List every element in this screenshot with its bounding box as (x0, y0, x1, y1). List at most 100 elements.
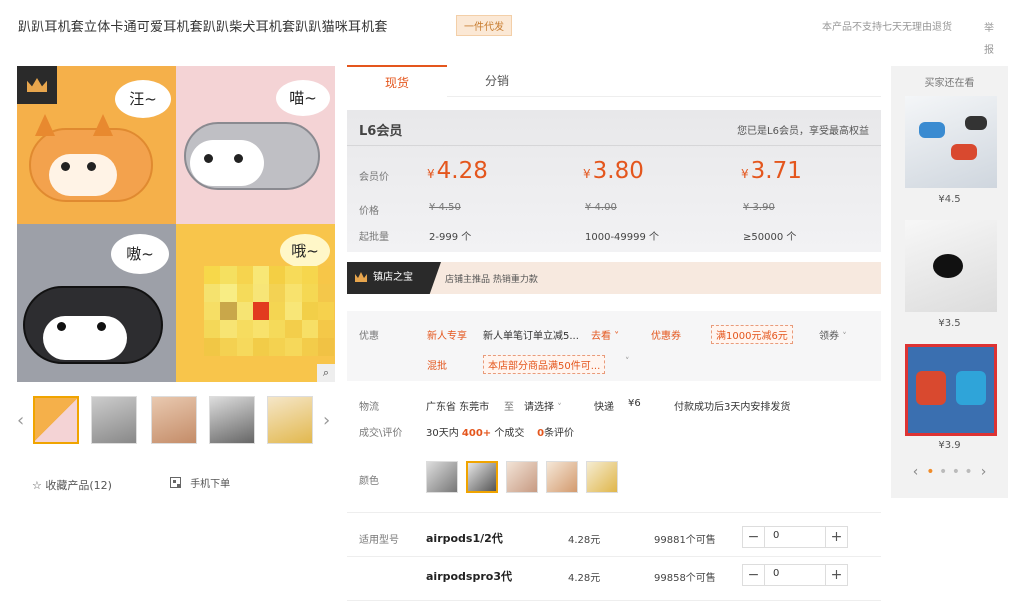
thumbnail[interactable] (209, 396, 255, 444)
thumbnail-strip: ‹ › (17, 396, 337, 448)
deals-summary: 30天内 400+ 个成交 0条评价 (426, 428, 575, 439)
newcomer-view-link[interactable]: 去看 ˅ (591, 327, 619, 342)
no-return-notice: 本产品不支持七天无理由退货 (822, 22, 952, 33)
main-product-image[interactable]: 汪~ 喵~ 嗷~ 哦~ ⌕ (17, 66, 335, 382)
member-price-tier-1: ¥4.28 (427, 158, 488, 184)
store-logo (17, 66, 57, 104)
color-swatch[interactable] (586, 461, 618, 493)
tab-spot[interactable]: 现货 (347, 65, 447, 97)
quantity-stepper: − 0 + (742, 526, 848, 548)
recommendation-title: 买家还在看 (924, 78, 975, 89)
original-price-tier-3: ¥ 3.90 (743, 202, 775, 213)
decrement-button[interactable]: − (743, 527, 765, 547)
carousel-next-arrow[interactable]: › (981, 464, 987, 480)
qty-range-tier-2: 1000-49999 个 (585, 232, 660, 243)
report-link[interactable]: 举报 (982, 18, 996, 62)
original-price-tier-2: ¥ 4.00 (585, 202, 617, 213)
store-treasure-banner[interactable]: 镇店之宝 店铺主推品 热销重力款 (347, 262, 881, 294)
model-price: 4.28元 (568, 573, 601, 584)
decrement-button[interactable]: − (743, 565, 765, 585)
member-price-tier-2: ¥3.80 (583, 158, 644, 184)
chevron-down-icon: ˅ (557, 403, 562, 413)
quantity-input[interactable]: 0 (773, 530, 779, 541)
qty-range-tier-1: 2-999 个 (429, 232, 472, 243)
member-price-panel: L6会员 您已是L6会员，享受最高权益 会员价 价格 起批量 ¥4.28 ¥3.… (347, 110, 881, 252)
recommendation-price: ¥3.5 (938, 318, 961, 329)
ship-to-word: 至 (504, 402, 514, 413)
thumbnail[interactable] (91, 396, 137, 444)
carousel-prev-arrow[interactable]: ‹ (913, 464, 919, 480)
increment-button[interactable]: + (825, 527, 847, 547)
color-swatch[interactable] (466, 461, 498, 493)
carousel-pager: ‹ • • • • › (912, 464, 987, 480)
zoom-icon[interactable]: ⌕ (317, 364, 335, 382)
ship-note: 付款成功后3天内安排发货 (674, 402, 791, 413)
chevron-down-icon[interactable]: ˅ (625, 357, 630, 367)
logistics-label: 物流 (359, 402, 379, 413)
coupon-chip[interactable]: 满1000元减6元 (711, 325, 793, 344)
dropship-badge: 一件代发 (456, 15, 512, 36)
speech-bubble: 嗷~ (111, 234, 169, 274)
crown-icon (355, 272, 367, 282)
quantity-input[interactable]: 0 (773, 568, 779, 579)
destination-select[interactable]: 请选择 ˅ (524, 398, 562, 413)
increment-button[interactable]: + (825, 565, 847, 585)
qrcode-icon (170, 477, 181, 488)
thumb-next-arrow[interactable]: › (323, 410, 330, 431)
recommendation-price: ¥3.9 (938, 440, 961, 451)
product-title: 趴趴耳机套立体卡通可爱耳机套趴趴柴犬耳机套趴趴猫咪耳机套 (18, 20, 388, 35)
member-price-tier-3: ¥3.71 (741, 158, 802, 184)
store-treasure-badge: 镇店之宝 (347, 262, 441, 294)
price-label: 价格 (359, 206, 379, 217)
deals-label: 成交\评价 (359, 428, 403, 439)
chevron-down-icon: ˅ (842, 332, 847, 342)
mobile-order-button[interactable]: 手机下单 (170, 475, 230, 490)
tab-distribution[interactable]: 分销 (447, 65, 547, 97)
claim-coupon-link[interactable]: 领券 ˅ (819, 327, 847, 342)
express-label: 快递 (594, 402, 614, 413)
thumbnail[interactable] (267, 396, 313, 444)
recommendation-price: ¥4.5 (938, 194, 961, 205)
model-label: 适用型号 (359, 535, 399, 546)
thumb-prev-arrow[interactable]: ‹ (17, 410, 24, 431)
recommendation-image[interactable] (905, 96, 997, 188)
mosaic-blur (204, 266, 334, 356)
mix-batch-label: 混批 (427, 361, 447, 372)
model-name: airpodspro3代 (426, 570, 512, 583)
promo-label: 优惠 (359, 331, 379, 342)
model-stock: 99881个可售 (654, 535, 716, 546)
mobile-order-label: 手机下单 (190, 479, 231, 490)
store-treasure-text: 店铺主推品 热销重力款 (445, 275, 538, 285)
color-label: 颜色 (359, 476, 379, 487)
model-stock: 99858个可售 (654, 573, 716, 584)
model-price: 4.28元 (568, 535, 601, 546)
favorite-button[interactable]: ☆ 收藏产品(12) (32, 477, 112, 493)
color-swatch[interactable] (506, 461, 538, 493)
original-price-tier-1: ¥ 4.50 (429, 202, 461, 213)
member-level: L6会员 (359, 124, 403, 139)
mix-batch-chip[interactable]: 本店部分商品满50件可... (483, 355, 606, 374)
coupon-label: 优惠券 (651, 331, 681, 342)
moq-label: 起批量 (359, 232, 389, 243)
newcomer-text: 新人单笔订单立减5... (483, 331, 579, 342)
promotion-panel: 优惠 新人专享 新人单笔订单立减5... 去看 ˅ 优惠券 满1000元减6元 … (347, 311, 881, 381)
color-swatch[interactable] (546, 461, 578, 493)
tab-bar: 现货 分销 (347, 65, 881, 97)
recommendation-image[interactable] (905, 220, 997, 312)
thumbnail[interactable] (151, 396, 197, 444)
model-name: airpods1/2代 (426, 532, 503, 545)
member-price-label: 会员价 (359, 172, 389, 183)
recommendation-column: 买家还在看 ¥4.5 ¥3.5 ¥3.9 ‹ • • • • › (891, 66, 1008, 498)
corgi-pillow-image: 汪~ (17, 66, 176, 224)
qty-range-tier-3: ≥50000 个 (743, 232, 797, 243)
ship-from: 广东省 东莞市 (426, 402, 490, 413)
speech-bubble: 汪~ (115, 80, 171, 118)
pixelated-pillow-image: 哦~ ⌕ (176, 224, 335, 382)
husky-pillow-image: 嗷~ (17, 224, 176, 382)
star-icon: ☆ (32, 479, 42, 492)
speech-bubble: 哦~ (280, 234, 330, 268)
recommendation-image[interactable] (905, 344, 997, 436)
thumbnail[interactable] (33, 396, 79, 444)
favorite-label: 收藏产品(12) (45, 479, 112, 492)
color-swatch[interactable] (426, 461, 458, 493)
